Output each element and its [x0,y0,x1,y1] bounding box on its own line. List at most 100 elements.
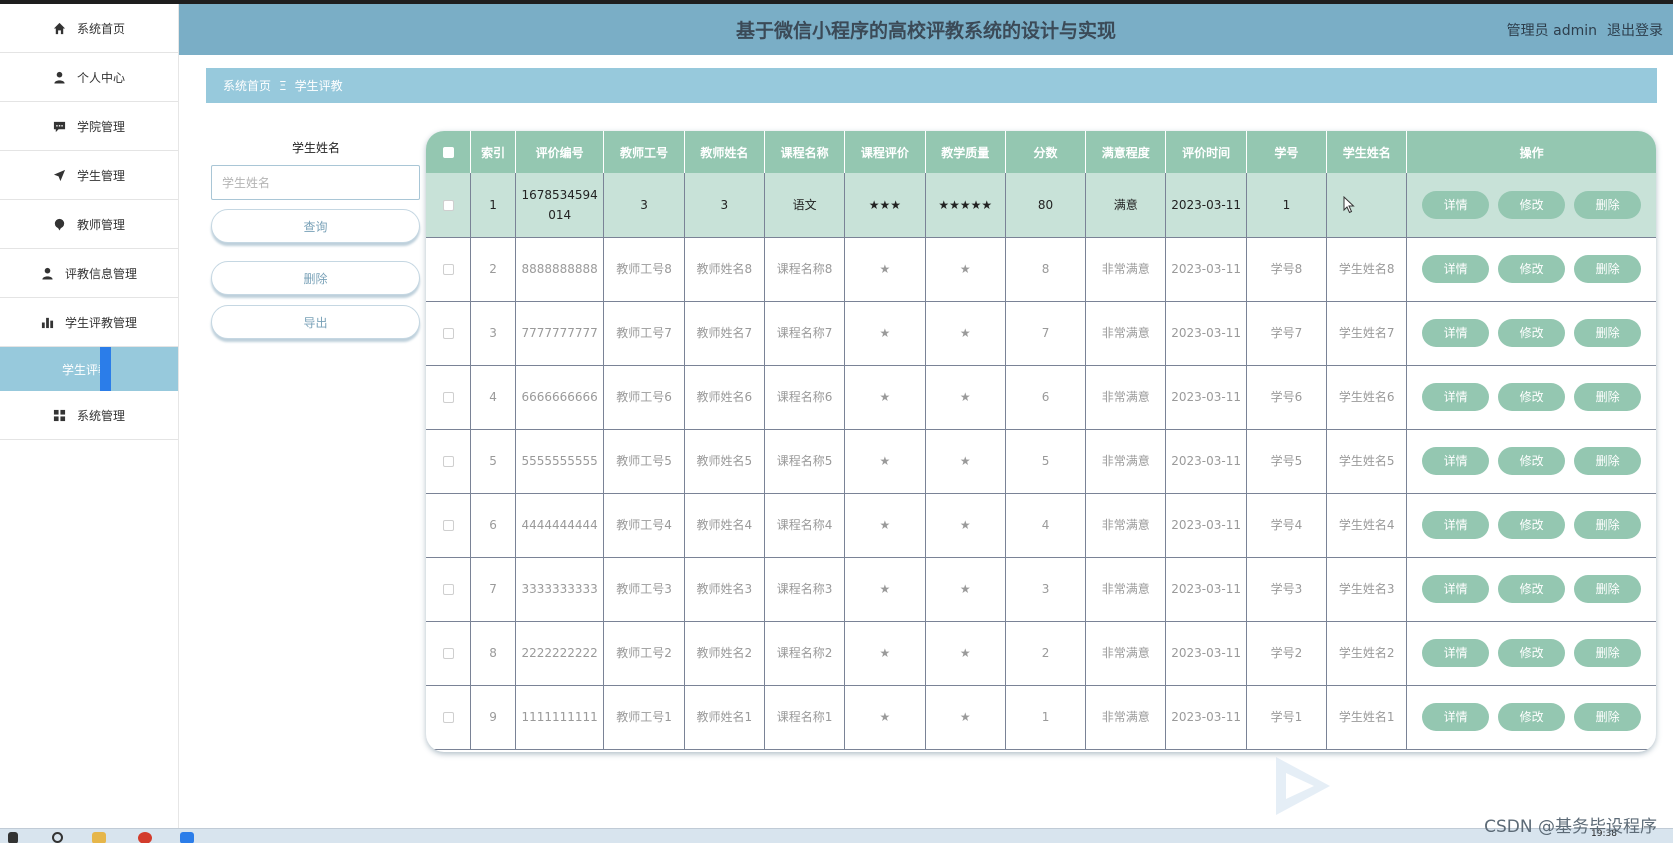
table-row[interactable]: 8 2222222222 教师工号2 教师姓名2 课程名称2 ★ ★ 2 非常满意 2023-03… [426,621,1656,686]
detail-button[interactable]: 详情 [1422,575,1490,603]
table-row[interactable]: 6 4444444444 教师工号4 教师姓名4 课程名称4 ★ ★ 4 非常满意 2023-03… [426,493,1656,558]
send-icon [53,168,67,182]
sidebar-item-personal-center[interactable]: 个人中心 [0,53,178,102]
edit-button[interactable]: 修改 [1498,447,1566,475]
home-icon [53,21,67,35]
user-icon [41,266,55,280]
column-header: 课程名称 [764,131,846,173]
row-checkbox[interactable] [442,456,454,467]
edit-button[interactable]: 修改 [1498,639,1566,667]
start-icon[interactable] [8,832,18,843]
detail-button[interactable]: 详情 [1422,383,1490,411]
sidebar-item-student-management[interactable]: 学生管理 [0,151,178,200]
detail-button[interactable]: 详情 [1422,319,1490,347]
folder-icon[interactable] [92,832,106,843]
delete-button[interactable]: 删除 [1574,190,1642,219]
row-checkbox[interactable] [442,584,454,595]
edit-button[interactable]: 修改 [1498,703,1566,731]
delete-button[interactable]: 删除 [1574,511,1642,539]
sidebar-item-teacher-management[interactable]: 教师管理 [0,200,178,249]
edit-button[interactable]: 修改 [1498,190,1566,219]
score-cell: 1 [1005,685,1087,750]
delete-button[interactable]: 删除 [1574,319,1642,347]
row-select-cell [426,685,472,750]
row-actions-cell: 详情 修改 删除 [1406,493,1656,558]
table-row[interactable]: 3 7777777777 教师工号7 教师姓名7 课程名称7 ★ ★ 7 非常满意 2023-03… [426,301,1656,366]
app-icon[interactable] [180,832,194,843]
logout-link[interactable]: 退出登录 [1607,20,1663,40]
sidebar-item-student-evaluation-management[interactable]: 学生评教管理 [0,298,178,347]
teacher-id-cell: 教师工号7 [603,301,685,366]
row-checkbox[interactable] [442,712,454,723]
teacher-name-cell: 教师姓名4 [684,493,765,558]
student-id-cell: 学号2 [1246,621,1328,686]
sidebar-item-label: 学生评教管理 [64,315,137,330]
detail-button[interactable]: 详情 [1422,511,1490,539]
table-row[interactable]: 1 1678534594014 3 3 语文 ★★★ ★★★★★ 80 满意 2023-03-11… [426,173,1656,238]
evaluation-time-cell: 2023-03-11 [1165,237,1247,302]
table-row[interactable]: 5 5555555555 教师工号5 教师姓名5 课程名称5 ★ ★ 5 非常满意 2023-03… [426,429,1656,494]
mouse-cursor-icon [1343,196,1355,214]
detail-button[interactable]: 详情 [1422,255,1490,283]
row-select-cell [426,301,472,366]
table-row[interactable]: 9 1111111111 教师工号1 教师姓名1 课程名称1 ★ ★ 1 非常满意 2023-03… [426,685,1656,750]
detail-button[interactable]: 详情 [1422,639,1490,667]
score-cell: 2 [1005,621,1087,686]
student-id-cell: 学号5 [1246,429,1328,494]
course-rating-cell: ★ [844,493,926,558]
edit-button[interactable]: 修改 [1498,575,1566,603]
sidebar-item-label: 学生管理 [76,168,125,183]
evaluation-number-cell: 2222222222 [515,621,605,686]
detail-button[interactable]: 详情 [1422,703,1490,731]
export-button[interactable]: 导出 [211,305,420,339]
delete-button[interactable]: 删除 [1574,383,1642,411]
query-button[interactable]: 查询 [211,209,420,243]
row-actions-cell: 详情 修改 删除 [1406,557,1656,622]
row-checkbox[interactable] [442,264,454,275]
row-checkbox[interactable] [442,199,454,211]
index-cell: 8 [470,621,516,686]
page-title: 基于微信小程序的高校评教系统的设计与实现 [735,20,1116,42]
detail-button[interactable]: 详情 [1422,447,1490,475]
delete-button[interactable]: 删除 [1574,575,1642,603]
edit-button[interactable]: 修改 [1498,319,1566,347]
evaluation-number-cell: 3333333333 [515,557,605,622]
table-row[interactable]: 7 3333333333 教师工号3 教师姓名3 课程名称3 ★ ★ 3 非常满意 2023-03… [426,557,1656,622]
sidebar-item-system-management[interactable]: 系统管理 [0,391,178,440]
edit-button[interactable]: 修改 [1498,383,1566,411]
delete-button[interactable]: 删除 [1574,447,1642,475]
batch-delete-button[interactable]: 删除 [211,261,420,295]
sidebar-item-college-management[interactable]: 学院管理 [0,102,178,151]
row-checkbox[interactable] [442,328,454,339]
course-name-cell: 课程名称2 [764,621,846,686]
table-row[interactable]: 2 8888888888 教师工号8 教师姓名8 课程名称8 ★ ★ 8 非常满意 2023-03… [426,237,1656,302]
delete-button[interactable]: 删除 [1574,703,1642,731]
course-rating-cell: ★ [844,237,926,302]
detail-button[interactable]: 详情 [1422,190,1490,219]
delete-button[interactable]: 删除 [1574,639,1642,667]
breadcrumb: 系统首页 Ξ 学生评教 [206,68,1657,103]
row-checkbox[interactable] [442,392,454,403]
edit-button[interactable]: 修改 [1498,255,1566,283]
search-icon[interactable] [52,832,63,843]
select-all-checkbox[interactable] [442,147,454,158]
sidebar-item-evaluation-info-management[interactable]: 评教信息管理 [0,249,178,298]
edit-button[interactable]: 修改 [1498,511,1566,539]
table-row[interactable]: 4 6666666666 教师工号6 教师姓名6 课程名称6 ★ ★ 6 非常满意 2023-03… [426,365,1656,430]
row-actions-cell: 详情 修改 删除 [1406,301,1656,366]
course-rating-cell: ★ [844,621,926,686]
sidebar-subitem-student-evaluation[interactable]: 学生评教 [0,347,178,391]
row-checkbox[interactable] [442,648,454,659]
delete-button[interactable]: 删除 [1574,255,1642,283]
sidebar-item-home[interactable]: 系统首页 [0,4,178,53]
evaluation-number-cell: 7777777777 [515,301,605,366]
user-icon [53,70,67,84]
row-actions: 详情 修改 删除 [1410,511,1653,539]
row-actions-cell: 详情 修改 删除 [1406,365,1656,430]
row-checkbox[interactable] [442,520,454,531]
browser-icon[interactable] [138,832,152,843]
evaluation-time-cell: 2023-03-11 [1165,365,1247,430]
breadcrumb-home[interactable]: 系统首页 [223,77,271,94]
evaluation-time-cell: 2023-03-11 [1165,493,1247,558]
student-name-search-input[interactable] [211,165,420,200]
